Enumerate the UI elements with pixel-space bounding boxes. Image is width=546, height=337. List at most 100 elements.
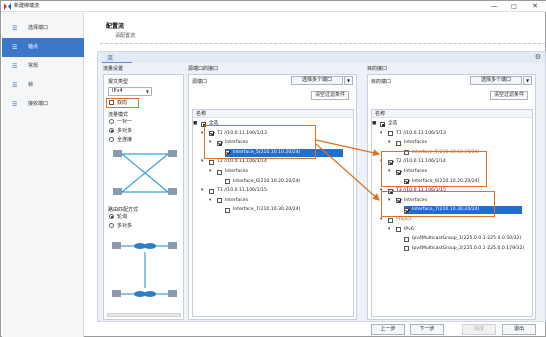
tree-node-label: Ipv4MulticastGroup_1(225.0.0.1-225.0.0.5… bbox=[412, 236, 522, 242]
mapping-diagram-icon bbox=[110, 146, 180, 201]
tree-node[interactable]: ▾ IPv6 bbox=[388, 226, 522, 234]
page-title: 配置流 bbox=[106, 23, 125, 30]
tree-node-checkbox[interactable] bbox=[217, 169, 222, 175]
protocol-value: IPv4 bbox=[112, 88, 123, 94]
header-divider bbox=[100, 43, 546, 44]
tree-node-label: Interface_6(210.10.20.20/24) bbox=[233, 178, 301, 184]
tree-node[interactable]: Ipv4MulticastGroup_2(225.0.0.1-225.0.0.1… bbox=[404, 245, 525, 253]
tree-node-label: Project bbox=[396, 217, 412, 222]
mapping-option-label: 一对一 bbox=[117, 119, 133, 125]
source-section-title: 源端口的接口 bbox=[188, 66, 219, 72]
route-radio-many[interactable] bbox=[109, 223, 114, 228]
protocol-select[interactable]: IPv4 ▼ bbox=[108, 87, 152, 96]
mapping-radio-full-mesh[interactable] bbox=[109, 137, 114, 142]
dest-selection-highlight-1 bbox=[381, 151, 487, 187]
expand-toggle-icon[interactable]: ▾ bbox=[388, 139, 390, 147]
sidebar-item-select-port[interactable]: ☰ 选择端口 bbox=[2, 19, 84, 38]
expand-toggle-icon[interactable]: ■ bbox=[372, 120, 376, 128]
dest-section-title: 目的接口 bbox=[367, 66, 388, 72]
tree-node-label: Interfaces bbox=[404, 140, 427, 146]
tree-node-label: Interfaces bbox=[225, 197, 248, 203]
next-button[interactable]: 下一步 bbox=[410, 324, 444, 335]
source-select-ports-button[interactable]: 选择多个端口 bbox=[291, 76, 343, 85]
mapping-radio-one-to-one[interactable] bbox=[109, 119, 114, 124]
tree-node-checkbox[interactable] bbox=[225, 179, 230, 185]
tree-node-label: 全选 bbox=[388, 121, 398, 126]
expand-toggle-icon[interactable]: ▾ bbox=[201, 158, 203, 166]
tree-node[interactable]: ■ 全选 bbox=[372, 120, 522, 128]
tree-node-label: Interface_7(210.10.30.20/24) bbox=[233, 207, 301, 213]
expand-toggle-icon[interactable]: ▾ bbox=[201, 130, 203, 138]
expand-toggle-icon[interactable]: ■ bbox=[193, 120, 197, 128]
tree-node-checkbox[interactable] bbox=[404, 246, 409, 252]
bidirectional-checkbox[interactable] bbox=[109, 100, 114, 105]
tree-node-checkbox[interactable] bbox=[388, 131, 393, 137]
tree-node-label: T1 //10.0.11.106/1/13 bbox=[396, 130, 446, 136]
exit-button[interactable]: 退出 bbox=[502, 324, 536, 335]
mapping-option-label: 全连接 bbox=[117, 137, 133, 143]
sidebar-item-general[interactable]: ☰ 常规 bbox=[2, 57, 84, 76]
protocol-label: 报文类型 bbox=[108, 79, 129, 85]
expand-toggle-icon[interactable]: ▾ bbox=[209, 197, 211, 205]
minimize-icon[interactable]: — bbox=[487, 2, 501, 11]
tree-node-checkbox[interactable] bbox=[404, 236, 409, 242]
dest-select-ports-button[interactable]: 选择多个端口 bbox=[470, 76, 522, 85]
source-clear-filter-button[interactable]: 清空过滤条件 bbox=[311, 91, 350, 100]
tree-node[interactable]: Ipv4MulticastGroup_1(225.0.0.1-225.0.0.5… bbox=[404, 235, 522, 243]
expand-toggle-icon[interactable]: ▾ bbox=[380, 216, 382, 224]
route-radio-round-robin[interactable] bbox=[109, 214, 114, 219]
main-content: 配置流 请配置流 流 ⚙ 流量设置 报文类型 IPv4 ▼ 双向 流量模式 一对一… bbox=[85, 13, 546, 337]
dest-tree-header: 名称 bbox=[372, 110, 532, 118]
tree-node-checkbox[interactable] bbox=[209, 159, 214, 165]
flow-name[interactable]: 流 bbox=[107, 53, 113, 62]
tree-node[interactable]: ▾ Interfaces bbox=[388, 139, 522, 147]
list-icon: ☰ bbox=[12, 63, 18, 70]
chevron-down-icon[interactable]: ▼ bbox=[523, 76, 532, 85]
tree-node-checkbox[interactable] bbox=[396, 140, 401, 146]
sidebar-item-rx-port[interactable]: ☰ 接收端口 bbox=[2, 95, 84, 114]
flow-settings-panel: 报文类型 IPv4 ▼ 双向 流量模式 一对一 多对多 全连接 路由匹配方式 轮… bbox=[103, 74, 184, 320]
list-icon: ☰ bbox=[12, 101, 18, 108]
tree-node-checkbox[interactable] bbox=[209, 188, 214, 194]
finish-button[interactable]: 完成 bbox=[462, 324, 496, 335]
tree-node-checkbox[interactable] bbox=[217, 198, 222, 204]
dialog-window: 新建绑端流 — □ ✕ ☰ 选择端口 ☰ 轴点 ☰ 常规 ☰ 帧 ☰ 接收端口 配置流 请… bbox=[0, 0, 546, 337]
gear-icon[interactable]: ⚙ bbox=[535, 53, 541, 61]
window-title: 新建绑端流 bbox=[14, 3, 40, 9]
tree-node-checkbox[interactable] bbox=[396, 227, 401, 233]
list-icon: ☰ bbox=[12, 44, 18, 51]
tree-node-label: IPv6 bbox=[404, 226, 414, 232]
list-icon: ☰ bbox=[12, 82, 18, 89]
sidebar-item-label: 选择端口 bbox=[28, 25, 49, 31]
source-selection-highlight bbox=[204, 125, 316, 159]
tree-node-checkbox[interactable] bbox=[225, 207, 230, 213]
sidebar-item-label: 接收端口 bbox=[28, 101, 49, 107]
expand-toggle-icon[interactable]: ▾ bbox=[201, 187, 203, 195]
chevron-down-icon: ▼ bbox=[145, 89, 149, 94]
dest-clear-filter-button[interactable]: 清空过滤条件 bbox=[490, 91, 529, 100]
tree-node-label: T2 //10.0.11.106/1/14 bbox=[217, 159, 267, 165]
expand-toggle-icon[interactable]: ▾ bbox=[209, 168, 211, 176]
source-tree-header: 名称 bbox=[193, 110, 353, 118]
sidebar-item-label: 帧 bbox=[28, 82, 34, 88]
maximize-icon[interactable]: □ bbox=[507, 2, 521, 11]
tree-node[interactable]: ▾ T1 //10.0.11.106/1/13 bbox=[380, 130, 522, 138]
tree-node-label: Ipv4MulticastGroup_2(225.0.0.1-225.0.0.1… bbox=[412, 245, 525, 251]
settings-title: 流量设置 bbox=[103, 66, 124, 72]
expand-toggle-icon[interactable]: ▾ bbox=[388, 226, 390, 234]
sidebar-item-frame[interactable]: ☰ 帧 bbox=[2, 76, 84, 95]
list-icon: ☰ bbox=[12, 25, 18, 32]
prev-button[interactable]: 上一步 bbox=[371, 324, 405, 335]
route-option-label: 轮询 bbox=[117, 214, 128, 220]
close-icon[interactable]: ✕ bbox=[528, 2, 542, 11]
app-logo-icon bbox=[4, 3, 11, 10]
settings-horizontal-scrollbar[interactable] bbox=[107, 313, 181, 317]
mapping-radio-many-to-many[interactable] bbox=[109, 128, 114, 133]
tree-node-checkbox[interactable] bbox=[380, 121, 385, 127]
route-option-label: 多对多 bbox=[117, 223, 133, 229]
sidebar-item-axis[interactable]: ☰ 轴点 bbox=[2, 38, 84, 57]
chevron-down-icon[interactable]: ▼ bbox=[344, 76, 353, 85]
title-bar: 新建绑端流 — □ ✕ bbox=[1, 1, 546, 12]
tree-node-checkbox[interactable] bbox=[388, 217, 393, 223]
tree-node[interactable]: ▾ Project bbox=[380, 216, 522, 224]
